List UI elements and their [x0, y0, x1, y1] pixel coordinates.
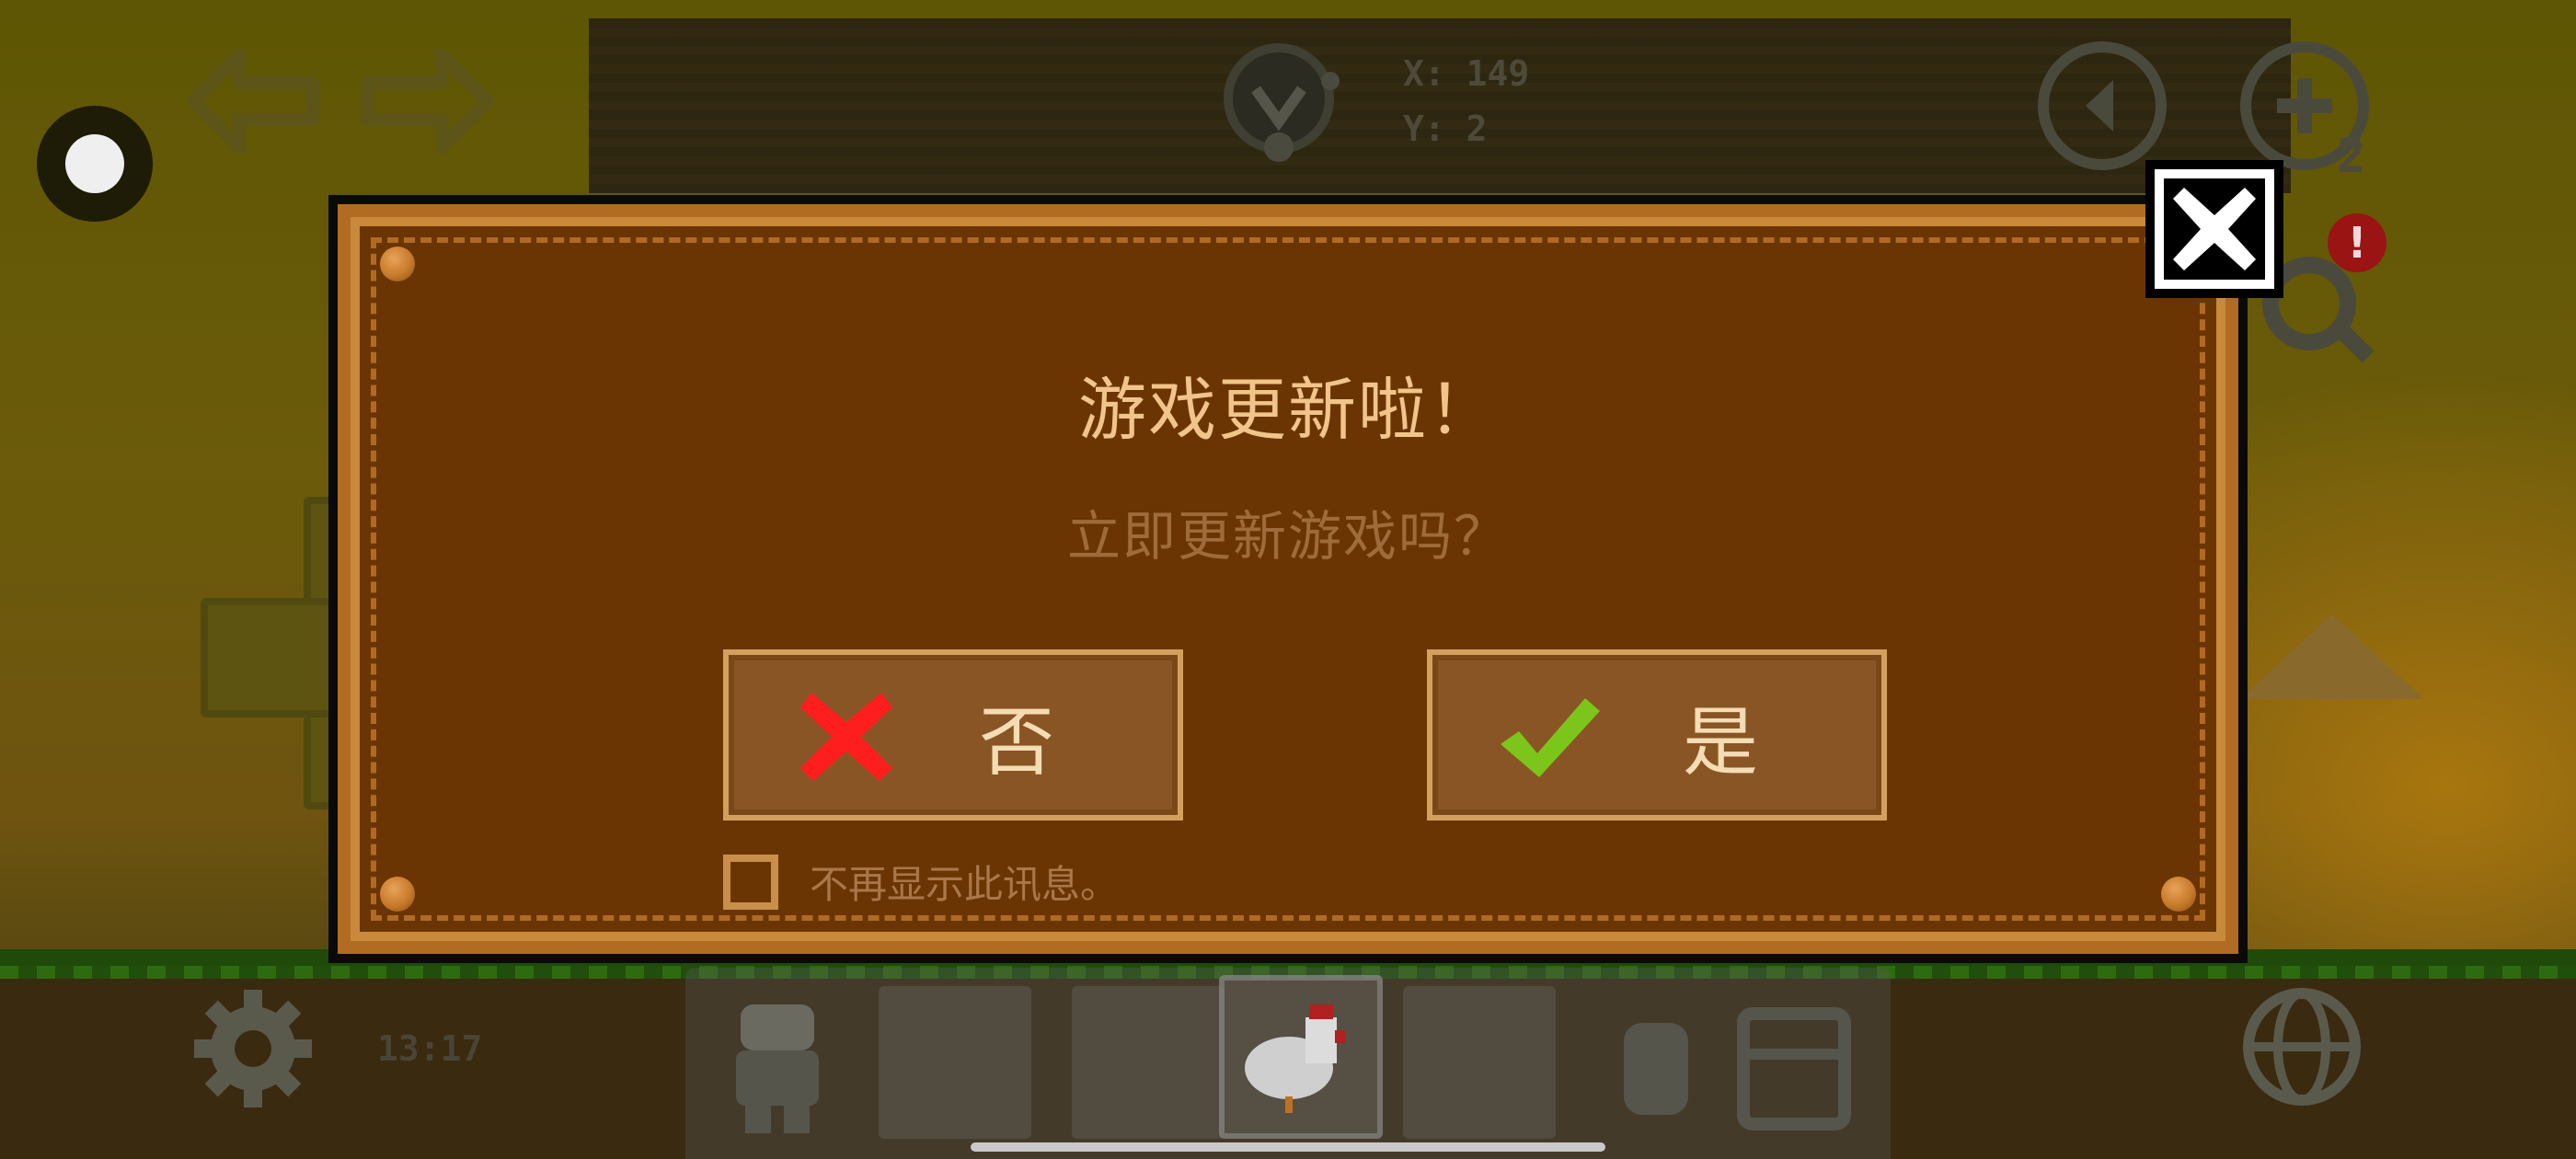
- dialog-body: 游戏更新啦！ 立即更新游戏吗？ 否 是 不再显示此讯息。: [360, 226, 2216, 932]
- screen-record-indicator[interactable]: [37, 106, 153, 222]
- no-button[interactable]: 否: [723, 649, 1183, 820]
- alert-badge: !: [2328, 213, 2386, 272]
- dont-show-row[interactable]: 不再显示此讯息。: [723, 854, 1119, 910]
- lightbulb-icon[interactable]: [1214, 39, 1352, 177]
- chicken-icon: [1245, 1004, 1346, 1113]
- update-dialog: 游戏更新啦！ 立即更新游戏吗？ 否 是 不再显示此讯息。: [328, 195, 2248, 963]
- game-clock: 13:17: [377, 1028, 483, 1069]
- inventory-icon[interactable]: [1734, 1004, 1854, 1133]
- coord-x: X: 149: [1403, 53, 1530, 94]
- home-indicator[interactable]: [971, 1142, 1605, 1152]
- rivet: [2161, 877, 2196, 912]
- back-icon: [2086, 80, 2113, 132]
- no-label: 否: [978, 698, 1054, 786]
- hotbar-slot-4[interactable]: [1403, 986, 1556, 1139]
- redo-icon[interactable]: [359, 46, 497, 156]
- back-button[interactable]: [2038, 41, 2167, 170]
- dialog-subtitle: 立即更新游戏吗？: [1066, 505, 1509, 568]
- cross-icon: [800, 693, 892, 781]
- hotbar-slot-2[interactable]: [1072, 986, 1225, 1139]
- dont-show-checkbox[interactable]: [723, 854, 778, 910]
- top-hud-bar: [589, 18, 2291, 193]
- dont-show-label: 不再显示此讯息。: [810, 862, 1120, 907]
- close-button[interactable]: [2145, 160, 2283, 298]
- gear-icon[interactable]: [189, 984, 317, 1113]
- hotbar-slot-1[interactable]: [879, 986, 1031, 1139]
- globe-icon[interactable]: [2237, 982, 2366, 1111]
- rivet: [380, 247, 415, 281]
- hotbar-slot-selected[interactable]: [1219, 975, 1383, 1139]
- hotbar: [685, 968, 1891, 1159]
- zoom-badge: 2: [2337, 129, 2366, 184]
- dialog-title: 游戏更新啦！: [1078, 371, 1498, 450]
- check-icon: [1501, 698, 1600, 777]
- undo-icon[interactable]: [184, 46, 322, 156]
- character-icon[interactable]: [708, 995, 846, 1142]
- yes-label: 是: [1682, 698, 1758, 786]
- rivet: [380, 877, 415, 912]
- yes-button[interactable]: 是: [1427, 649, 1887, 820]
- coord-y: Y: 2: [1403, 109, 1488, 149]
- close-icon: [2173, 188, 2256, 270]
- bucket-icon[interactable]: [1605, 1004, 1707, 1133]
- jump-arrow[interactable]: [2240, 614, 2424, 699]
